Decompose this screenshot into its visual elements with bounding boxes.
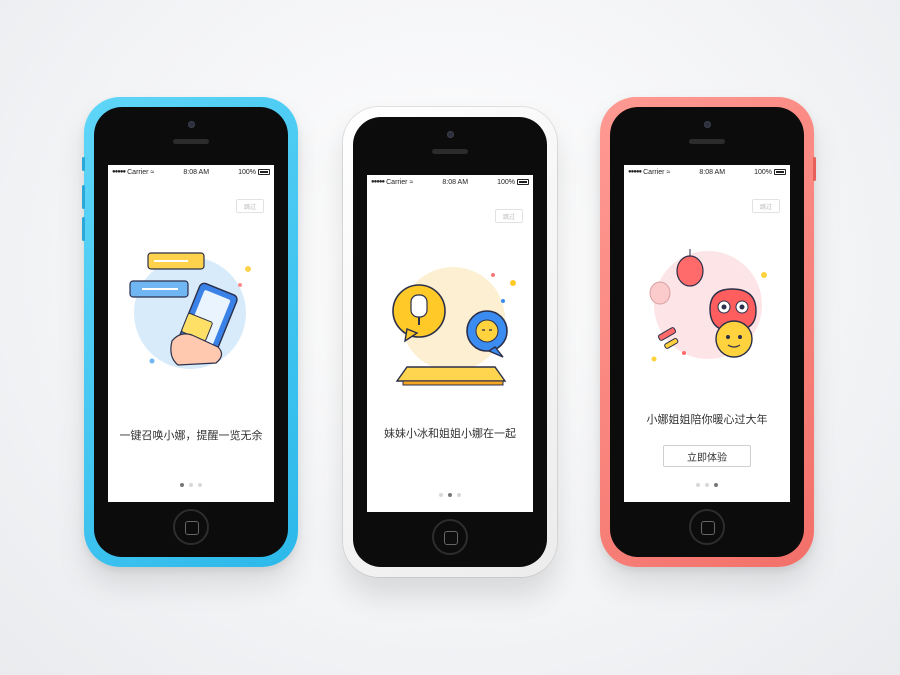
signal-icon: ●●●●●	[628, 169, 642, 175]
carrier-label: Carrier	[386, 178, 408, 186]
home-button[interactable]	[689, 509, 725, 545]
clock: 8:08 AM	[699, 168, 726, 176]
onboarding-caption: 小娜姐姐陪你暖心过大年	[646, 413, 768, 426]
signal-icon: ●●●●●	[112, 169, 126, 175]
page-dot-2	[448, 493, 452, 497]
battery-percent: 100%	[754, 168, 772, 176]
phone-screen: ●●●●● Carrier ≈ 8:08 AM 100% 跳过 小娜姐姐陪你暖心过	[624, 165, 790, 502]
earpiece-speaker	[173, 139, 209, 144]
lantern-icon-small	[649, 281, 671, 305]
face-icon	[475, 319, 499, 343]
status-bar: ●●●●● Carrier ≈ 8:08 AM 100%	[624, 165, 790, 179]
lantern-icon	[676, 255, 704, 287]
phone-mockup-white: ●●●●● Carrier ≈ 8:08 AM 100% 跳过 妹妹小冰和姐姐小娜在…	[343, 107, 557, 577]
battery-icon	[773, 169, 786, 175]
status-bar: ●●●●● Carrier ≈ 8:08 AM 100%	[367, 175, 533, 189]
status-bar: ●●●●● Carrier ≈ 8:08 AM 100%	[108, 165, 274, 179]
page-dot-1	[180, 483, 184, 487]
wifi-icon: ≈	[150, 168, 155, 176]
battery-icon	[257, 169, 270, 175]
battery-percent: 100%	[238, 168, 256, 176]
carrier-label: Carrier	[127, 168, 149, 176]
page-dot-2	[705, 483, 709, 487]
clock: 8:08 AM	[442, 178, 469, 186]
front-camera	[447, 131, 454, 138]
battery-icon	[516, 179, 529, 185]
page-indicator	[108, 483, 274, 487]
earpiece-speaker	[689, 139, 725, 144]
signal-icon: ●●●●●	[371, 179, 385, 185]
wifi-icon: ≈	[409, 178, 414, 186]
start-experience-button[interactable]: 立即体验	[663, 445, 751, 467]
page-dot-2	[189, 483, 193, 487]
home-button[interactable]	[173, 509, 209, 545]
onboarding-caption: 妹妹小冰和姐姐小娜在一起	[384, 427, 516, 440]
wifi-icon: ≈	[666, 168, 671, 176]
mascot-face	[715, 320, 753, 358]
page-dot-3	[714, 483, 718, 487]
volume-up-button	[82, 185, 85, 209]
onboarding-caption: 一键召唤小娜，提醒一览无余	[119, 429, 263, 442]
phone-mockup-blue: ●●●●● Carrier ≈ 8:08 AM 100% 跳过 一键召唤小娜，提醒一…	[82, 97, 298, 567]
front-camera	[704, 121, 711, 128]
volume-down-button	[82, 217, 85, 241]
power-button	[813, 157, 816, 181]
sparkle-icon	[761, 272, 767, 278]
clock: 8:08 AM	[183, 168, 210, 176]
skip-button[interactable]: 跳过	[236, 199, 264, 213]
page-dot-3	[198, 483, 202, 487]
home-button[interactable]	[432, 519, 468, 555]
phone-screen: ●●●●● Carrier ≈ 8:08 AM 100% 跳过 一键召唤小娜，提醒一…	[108, 165, 274, 502]
sparkle-icon	[245, 266, 251, 272]
phone-mockup-coral: ●●●●● Carrier ≈ 8:08 AM 100% 跳过 小娜姐姐陪你暖心过	[600, 97, 816, 567]
page-dot-3	[457, 493, 461, 497]
new-year-lion-illustration	[649, 249, 767, 362]
hand-phone-chat-illustration	[129, 252, 251, 369]
phone-base	[395, 366, 507, 382]
carrier-label: Carrier	[643, 168, 665, 176]
popsicle-icon	[410, 294, 428, 318]
earpiece-speaker	[432, 149, 468, 154]
mute-switch	[82, 157, 85, 171]
page-indicator	[624, 483, 790, 487]
page-dot-1	[439, 493, 443, 497]
skip-button[interactable]: 跳过	[752, 199, 780, 213]
page-indicator	[367, 493, 533, 497]
skip-button[interactable]: 跳过	[495, 209, 523, 223]
sisters-chat-illustration	[392, 267, 516, 386]
sparkle-icon	[510, 280, 516, 286]
page-dot-1	[696, 483, 700, 487]
front-camera	[188, 121, 195, 128]
battery-percent: 100%	[497, 178, 515, 186]
phone-screen: ●●●●● Carrier ≈ 8:08 AM 100% 跳过 妹妹小冰和姐姐小娜在…	[367, 175, 533, 512]
